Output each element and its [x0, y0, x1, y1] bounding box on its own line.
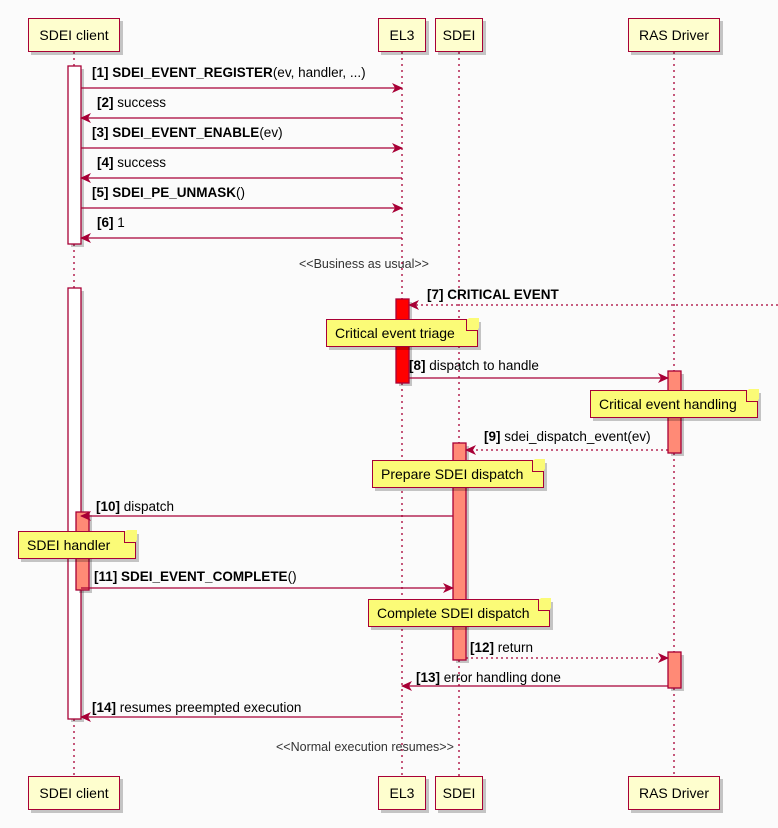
participant-el3-top[interactable]: EL3	[378, 18, 426, 52]
message-text: (ev)	[259, 125, 283, 140]
participant-label: EL3	[389, 785, 415, 801]
note-text: Prepare SDEI dispatch	[381, 466, 524, 482]
message-number: [11]	[94, 569, 118, 584]
message-label-13: [13] error handling done	[416, 671, 561, 685]
note-text: Critical event handling	[599, 396, 737, 412]
message-label-10: [10] dispatch	[96, 500, 174, 514]
message-label-3: [3] SDEI_EVENT_ENABLE(ev)	[92, 126, 283, 140]
message-text-bold: SDEI_EVENT_REGISTER	[112, 65, 273, 80]
message-number: [3]	[92, 125, 109, 140]
message-label-8: [8] dispatch to handle	[409, 359, 539, 373]
message-label-5: [5] SDEI_PE_UNMASK()	[92, 186, 245, 200]
activation-bar-client	[67, 287, 82, 720]
sequence-diagram: SDEI client lifelineEL3 lifelineSDEI lif…	[0, 0, 778, 828]
message-text: success	[117, 155, 167, 170]
message-label-6: [6] 1	[97, 216, 125, 230]
message-number: [6]	[97, 215, 114, 230]
message-number: [4]	[97, 155, 114, 170]
message-number: [1]	[92, 65, 109, 80]
message-number: [9]	[484, 429, 501, 444]
message-number: [8]	[409, 358, 426, 373]
message-label-11: [11] SDEI_EVENT_COMPLETE()	[94, 570, 297, 584]
message-number: [10]	[96, 499, 121, 514]
participant-label: EL3	[389, 27, 415, 43]
message-text-bold: CRITICAL EVENT	[447, 287, 559, 302]
note-text: Critical event triage	[335, 325, 455, 341]
message-text: (ev, handler, ...)	[272, 65, 366, 80]
note: Critical event triage	[326, 318, 479, 347]
participant-sdei-bottom[interactable]: SDEI	[435, 776, 483, 810]
message-label-4: [4] success	[97, 156, 166, 170]
message-label-9: [9] sdei_dispatch_event(ev)	[484, 430, 651, 444]
participant-ras-top[interactable]: RAS Driver	[628, 18, 720, 52]
message-text-bold: SDEI_EVENT_COMPLETE	[121, 569, 288, 584]
activation-bar-client	[67, 65, 82, 245]
message-text: dispatch	[123, 499, 175, 514]
participant-ras-bottom[interactable]: RAS Driver	[628, 776, 720, 810]
message-number: [14]	[92, 700, 117, 715]
note-fold-corner-icon	[538, 598, 551, 611]
message-text: sdei_dispatch_event(ev)	[504, 429, 651, 444]
note-fold-corner-icon	[124, 530, 137, 543]
message-number: [12]	[470, 640, 495, 655]
message-text: dispatch to handle	[429, 358, 539, 373]
message-text: error handling done	[443, 670, 561, 685]
participant-label: RAS Driver	[638, 27, 709, 43]
message-text: ()	[287, 569, 297, 584]
note-text: Complete SDEI dispatch	[377, 605, 530, 621]
note: Critical event handling	[590, 389, 759, 418]
note: Complete SDEI dispatch	[368, 598, 551, 627]
message-number: [7]	[427, 287, 444, 302]
divider-text: <<Normal execution resumes>>	[276, 740, 454, 754]
message-label-2: [2] success	[97, 96, 166, 110]
activation-bar-ras	[667, 651, 682, 689]
message-number: [2]	[97, 95, 114, 110]
message-label-14: [14] resumes preempted execution	[92, 701, 301, 715]
note-fold-corner-icon	[532, 459, 545, 472]
note-text: SDEI handler	[27, 537, 111, 553]
message-label-1: [1] SDEI_EVENT_REGISTER(ev, handler, ...…	[92, 66, 366, 80]
participant-client-bottom[interactable]: SDEI client	[28, 776, 120, 810]
message-text-bold: SDEI_PE_UNMASK	[112, 185, 237, 200]
message-text-bold: SDEI_EVENT_ENABLE	[112, 125, 260, 140]
participant-label: SDEI client	[39, 27, 109, 43]
participant-label: RAS Driver	[638, 785, 709, 801]
message-text: resumes preempted execution	[119, 700, 302, 715]
message-number: [13]	[416, 670, 441, 685]
note: SDEI handler	[18, 530, 137, 559]
participant-client-top[interactable]: SDEI client	[28, 18, 120, 52]
participant-label: SDEI	[442, 27, 476, 43]
message-text: success	[117, 95, 167, 110]
message-label-7: [7] CRITICAL EVENT	[427, 288, 559, 302]
message-text: 1	[117, 215, 125, 230]
participant-el3-bottom[interactable]: EL3	[378, 776, 426, 810]
message-text: ()	[236, 185, 246, 200]
note-fold-corner-icon	[746, 389, 759, 402]
message-number: [5]	[92, 185, 109, 200]
message-label-12: [12] return	[470, 641, 533, 655]
participant-label: SDEI client	[39, 785, 109, 801]
participant-label: SDEI	[442, 785, 476, 801]
note: Prepare SDEI dispatch	[372, 459, 545, 488]
divider-text: <<Business as usual>>	[299, 257, 429, 271]
participant-sdei-top[interactable]: SDEI	[435, 18, 483, 52]
message-text: return	[497, 640, 534, 655]
note-fold-corner-icon	[466, 318, 479, 331]
